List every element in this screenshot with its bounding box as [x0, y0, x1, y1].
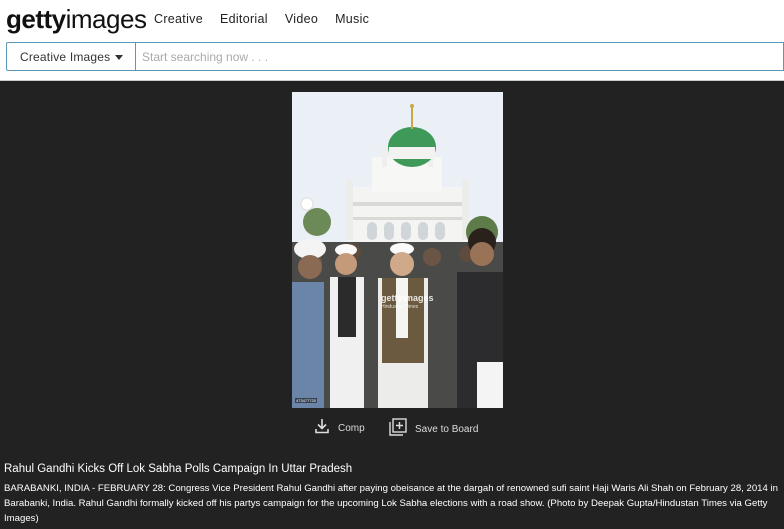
- logo-light: images: [65, 4, 147, 34]
- search-input[interactable]: [136, 42, 784, 71]
- photo-caption: BARABANKI, INDIA - FEBRUARY 28: Congress…: [4, 483, 778, 524]
- main-nav: Creative Editorial Video Music: [154, 12, 386, 26]
- dropdown-label: Creative Images: [20, 50, 111, 64]
- comp-download-button[interactable]: Comp: [314, 418, 365, 439]
- getty-logo[interactable]: gettyimages: [6, 4, 147, 35]
- nav-editorial[interactable]: Editorial: [220, 12, 268, 26]
- caret-down-icon: [115, 55, 123, 60]
- watermark-credit: Hindustan Times: [381, 304, 419, 310]
- photo-id: 473477720: [295, 398, 318, 403]
- add-to-board-icon: [389, 418, 407, 441]
- search-bar: Creative Images: [6, 42, 784, 71]
- nav-music[interactable]: Music: [335, 12, 369, 26]
- save-label: Save to Board: [415, 424, 479, 435]
- photo-title: Rahul Gandhi Kicks Off Lok Sabha Polls C…: [4, 463, 353, 475]
- photo-illustration: [292, 92, 503, 408]
- image-actions: Comp Save to Board: [0, 418, 784, 440]
- watermark: gettyimages: [381, 293, 434, 303]
- image-type-dropdown[interactable]: Creative Images: [6, 42, 136, 71]
- nav-video[interactable]: Video: [285, 12, 318, 26]
- download-icon: [314, 418, 330, 439]
- header: gettyimages Creative Editorial Video Mus…: [0, 0, 784, 81]
- editorial-photo[interactable]: gettyimages Hindustan Times 473477720: [292, 92, 503, 408]
- logo-bold: getty: [6, 4, 66, 34]
- save-to-board-button[interactable]: Save to Board: [389, 418, 478, 441]
- comp-label: Comp: [338, 423, 365, 434]
- nav-creative[interactable]: Creative: [154, 12, 203, 26]
